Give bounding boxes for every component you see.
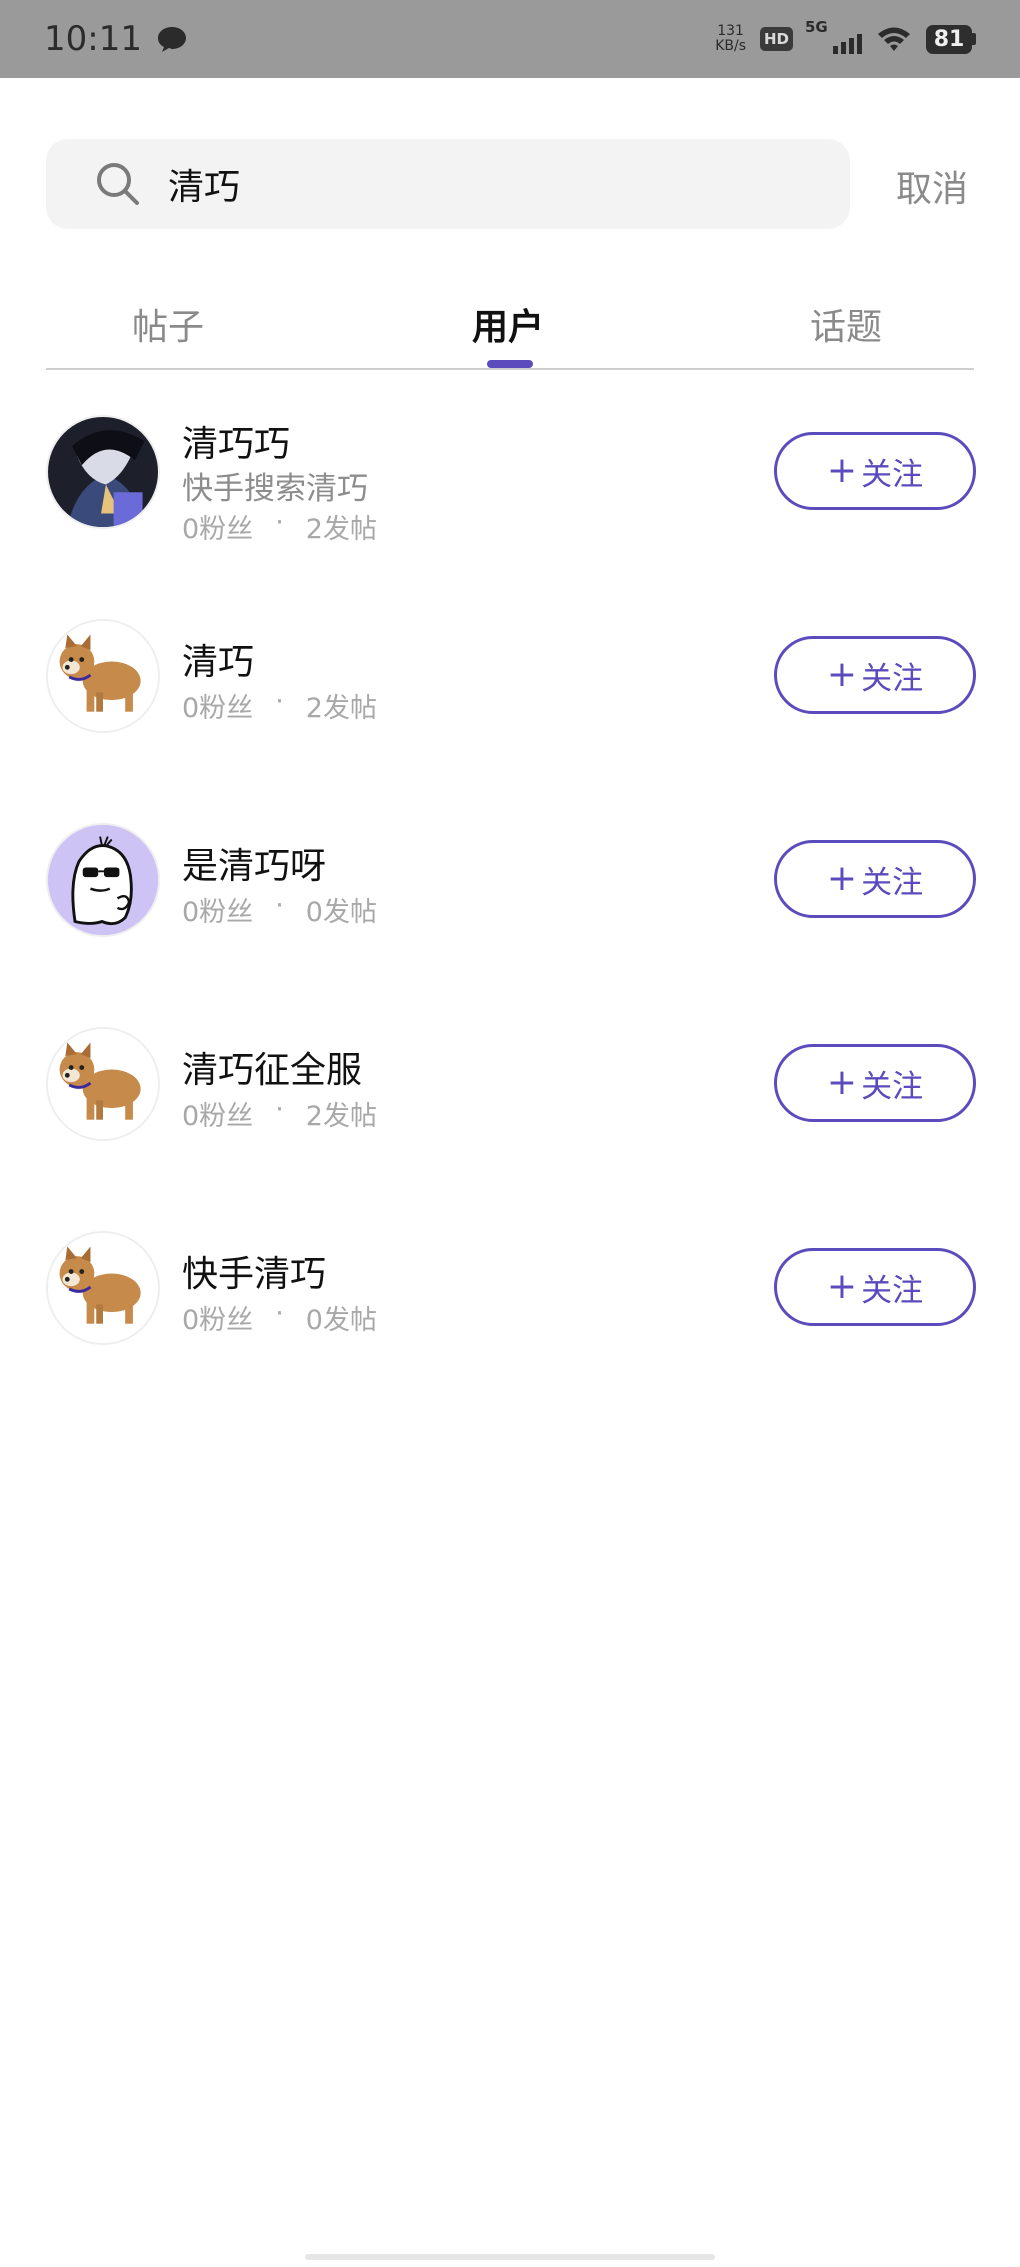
user-list-item[interactable]: 清巧巧 快手搜索清巧 0粉丝 · 2发帖 + 关注 [46, 415, 976, 545]
posts-count: 0发帖 [305, 1305, 377, 1336]
user-stats: 0粉丝 · 2发帖 [182, 1094, 377, 1133]
cancel-button[interactable]: 取消 [896, 160, 968, 212]
shiba-dog-image [48, 1233, 158, 1343]
follow-button[interactable]: + 关注 [774, 636, 976, 714]
active-tab-indicator [487, 360, 533, 368]
posts-count: 2发帖 [305, 514, 377, 545]
network-speed: 131 KB/s [715, 24, 746, 54]
stats-separator: · [275, 507, 284, 538]
signal-bar [849, 38, 854, 54]
network-speed-value: 131 [717, 23, 744, 39]
status-bar: 10:11 131 KB/s HD 5G 81 [0, 0, 1020, 78]
posts-count: 2发帖 [305, 1101, 377, 1132]
battery-tip [972, 33, 976, 45]
tab-bar: 帖子 用户 话题 [46, 290, 974, 370]
plus-icon: + [826, 654, 858, 695]
signal-bar [841, 42, 846, 54]
network-type: 5G [805, 18, 828, 36]
battery-level: 81 [926, 24, 972, 54]
status-right: 131 KB/s HD 5G 81 [715, 18, 976, 54]
tab-posts[interactable]: 帖子 [132, 298, 204, 350]
follow-button[interactable]: + 关注 [774, 1248, 976, 1326]
plus-icon: + [826, 1266, 858, 1307]
status-left: 10:11 [44, 19, 188, 59]
signal-bar [833, 46, 838, 54]
shiba-dog-avatar[interactable] [46, 1027, 160, 1141]
follow-label: 关注 [861, 456, 924, 493]
shiba-dog-image [48, 1029, 158, 1139]
shiba-dog-avatar[interactable] [46, 619, 160, 733]
follow-button[interactable]: + 关注 [774, 840, 976, 918]
shiba-dog-image [48, 621, 158, 731]
tab-users[interactable]: 用户 [472, 298, 544, 350]
user-name: 是清巧呀 [182, 846, 327, 887]
message-bubble-icon [157, 27, 186, 52]
search-box[interactable] [46, 139, 850, 229]
anime-character-avatar[interactable] [46, 415, 160, 529]
user-stats: 0粉丝 · 2发帖 [182, 686, 377, 725]
shiba-dog-avatar[interactable] [46, 1231, 160, 1345]
anime-character-image [48, 417, 158, 527]
fans-count: 0粉丝 [182, 514, 254, 545]
plus-icon: + [826, 858, 858, 899]
follow-label: 关注 [861, 1068, 924, 1105]
user-stats: 0粉丝 · 2发帖 [182, 507, 377, 546]
follow-label: 关注 [861, 660, 924, 697]
search-icon [97, 163, 139, 205]
follow-label: 关注 [861, 864, 924, 901]
follow-button[interactable]: + 关注 [774, 432, 976, 510]
screen: 10:11 131 KB/s HD 5G 81 清巧 取消 帖子 用户 话题 清… [0, 0, 1020, 2267]
cellular-signal-icon: 5G [805, 18, 862, 54]
ghost-sunglasses-avatar[interactable] [46, 823, 160, 937]
stats-separator: · [275, 1094, 284, 1125]
tab-topics[interactable]: 话题 [810, 298, 882, 350]
plus-icon: + [826, 1062, 858, 1103]
signal-bar [857, 34, 862, 54]
posts-count: 2发帖 [305, 693, 377, 724]
search-input[interactable] [168, 163, 808, 205]
battery-icon: 81 [926, 24, 976, 54]
stats-separator: · [275, 1298, 284, 1329]
wifi-icon [878, 27, 910, 51]
stats-separator: · [275, 686, 284, 717]
follow-button[interactable]: + 关注 [774, 1044, 976, 1122]
fans-count: 0粉丝 [182, 693, 254, 724]
stats-separator: · [275, 890, 284, 921]
hd-badge: HD [759, 27, 793, 51]
user-name: 快手清巧 [182, 1254, 327, 1295]
ghost-sunglasses-image [48, 825, 158, 935]
user-name: 清巧征全服 [182, 1050, 363, 1091]
status-time: 10:11 [44, 19, 142, 59]
user-list-item[interactable]: 清巧 0粉丝 · 2发帖 + 关注 [46, 619, 976, 739]
posts-count: 0发帖 [305, 897, 377, 928]
user-name: 清巧 [182, 642, 255, 683]
follow-label: 关注 [861, 1272, 924, 1309]
user-list-item[interactable]: 是清巧呀 0粉丝 · 0发帖 + 关注 [46, 823, 976, 943]
user-list-item[interactable]: 清巧征全服 0粉丝 · 2发帖 + 关注 [46, 1027, 976, 1147]
user-description: 快手搜索清巧 [182, 471, 368, 507]
fans-count: 0粉丝 [182, 1101, 254, 1132]
user-stats: 0粉丝 · 0发帖 [182, 1298, 377, 1337]
home-indicator[interactable] [305, 2254, 715, 2260]
network-speed-unit: KB/s [715, 38, 746, 54]
plus-icon: + [826, 450, 858, 491]
fans-count: 0粉丝 [182, 1305, 254, 1336]
user-list-item[interactable]: 快手清巧 0粉丝 · 0发帖 + 关注 [46, 1231, 976, 1351]
user-stats: 0粉丝 · 0发帖 [182, 890, 377, 929]
fans-count: 0粉丝 [182, 897, 254, 928]
user-name: 清巧巧 [182, 424, 291, 465]
